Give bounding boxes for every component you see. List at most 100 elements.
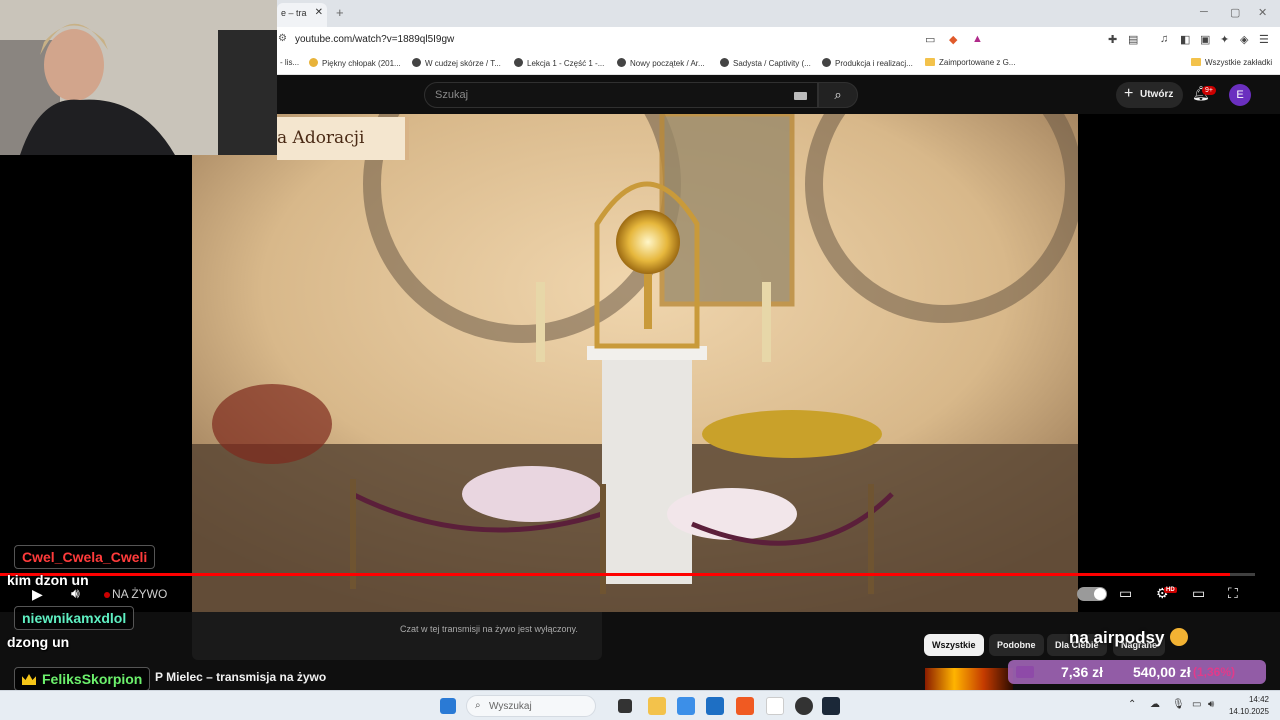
clock-time: 14:42 (1248, 695, 1269, 704)
donation-goal-bar: 7,36 zł 540,00 zł (1,36%) (1008, 660, 1266, 684)
bookmark-item[interactable]: Produkcja i realizacj... (822, 58, 913, 68)
maximize-icon[interactable]: ▢ (1230, 6, 1240, 19)
search-box[interactable]: Szukaj (424, 82, 818, 108)
new-tab-icon[interactable]: + (336, 5, 344, 20)
bookmark-item[interactable]: W cudzej skórze / T... (412, 58, 501, 68)
cast-icon[interactable]: ▭ (925, 33, 935, 46)
theater-mode-icon[interactable]: ▭ (1192, 585, 1205, 602)
flowers-center (667, 488, 797, 540)
system-clock[interactable]: 14:42 14.10.2025 (1225, 694, 1269, 718)
search-input[interactable]: Szukaj (435, 89, 468, 101)
bookmark-label: Nowy początek / Ar... (630, 59, 705, 68)
bookmark-item[interactable]: Lekcja 1 - Część 1 -... (514, 58, 604, 68)
donation-target: 540,00 zł (1133, 664, 1191, 680)
chat-username: FeliksSkorpion (14, 667, 151, 691)
store-icon[interactable] (706, 697, 724, 715)
bookmark-label: Wszystkie zakładki (1205, 58, 1273, 67)
chat-disabled-text: Czat w tej transmisji na żywo jest wyłąc… (400, 624, 578, 634)
search-button[interactable]: ⌕ (818, 82, 858, 108)
barrier-post (600, 484, 606, 594)
steam-icon[interactable] (822, 697, 840, 715)
obs-icon[interactable] (795, 697, 813, 715)
taskbar-search[interactable]: ⌕ Wyszukaj (466, 695, 596, 717)
autoplay-toggle[interactable] (1077, 587, 1107, 601)
chat-username-text: FeliksSkorpion (42, 671, 143, 687)
bookmark-item[interactable]: Nowy początek / Ar... (617, 58, 705, 68)
network-icon[interactable]: ▭ (1192, 699, 1201, 710)
bookmark-favicon-icon (822, 58, 831, 67)
video-frame[interactable] (192, 114, 1078, 612)
bookmark-label: Zaimportowane z G... (939, 58, 1016, 67)
player-letterbox-left (0, 155, 192, 612)
task-view-icon[interactable] (618, 699, 632, 713)
play-icon[interactable]: ▶ (32, 586, 43, 603)
video-title[interactable]: P Mielec – transmisja na żywo (155, 670, 326, 684)
site-info-icon[interactable]: ⚙ (278, 33, 287, 44)
reader-icon[interactable]: ▤ (1128, 33, 1138, 46)
bookmark-item[interactable]: Piękny chłopak (201... (309, 58, 401, 68)
url-field[interactable]: youtube.com/watch?v=1889ql5I9gw (295, 34, 454, 45)
keyboard-icon[interactable] (794, 92, 807, 100)
video-overlay-title: a Adoracji (277, 117, 409, 160)
folder-icon (1191, 58, 1201, 66)
brave-rewards-icon[interactable]: ▲ (972, 33, 983, 45)
live-chat-panel (192, 612, 602, 660)
recommended-video-thumbnail[interactable] (925, 668, 1013, 690)
copilot-icon[interactable] (677, 697, 695, 715)
clock-date: 14.10.2025 (1228, 707, 1269, 716)
all-bookmarks[interactable]: Wszystkie zakładki (1191, 58, 1272, 67)
bookmark-label: - lis... (280, 58, 300, 67)
close-window-icon[interactable]: ✕ (1258, 6, 1267, 19)
bookmark-favicon-icon (514, 58, 523, 67)
search-icon: ⌕ (475, 700, 481, 711)
bookmark-folder[interactable]: Zaimportowane z G... (925, 58, 1015, 67)
sidebar-icon[interactable]: ◧ (1180, 33, 1190, 46)
wallet-icon[interactable]: ▣ (1200, 33, 1210, 46)
tray-chevron-icon[interactable]: ⌃ (1128, 699, 1136, 710)
fullscreen-icon[interactable]: ⛶ (1228, 585, 1238, 602)
leo-ai-icon[interactable]: ✦ (1220, 33, 1229, 46)
altar-pedestal (602, 354, 692, 584)
bookmark-label: Produkcja i realizacj... (835, 59, 913, 68)
notepad-icon[interactable] (766, 697, 784, 715)
minimize-icon[interactable]: ─ (1200, 6, 1208, 18)
media-icon[interactable]: ♫ (1160, 33, 1168, 45)
brave-icon[interactable] (736, 697, 754, 715)
webcam-monitor (218, 30, 277, 155)
avatar[interactable]: E (1229, 84, 1251, 106)
progress-fill (0, 573, 1230, 576)
chat-username: niewnikamxdlol (14, 606, 135, 630)
donation-current: 7,36 zł (1061, 664, 1104, 680)
taskbar-search-input[interactable]: Wyszukaj (489, 701, 532, 712)
donation-icon (1016, 666, 1034, 678)
start-icon[interactable] (440, 698, 456, 714)
candle-left (536, 282, 545, 362)
vpn-icon[interactable]: ◈ (1240, 33, 1248, 46)
bookmark-item[interactable]: Sadysta / Captivity (... (720, 58, 811, 68)
chat-message: kim dzon un (7, 572, 89, 588)
subtitles-icon[interactable]: ▭ (1119, 585, 1132, 602)
microphone-icon[interactable]: 🎙︎ (1172, 699, 1185, 710)
bookmark-label: Sadysta / Captivity (... (733, 59, 811, 68)
menu-icon[interactable]: ☰ (1259, 33, 1269, 46)
bookmark-item[interactable]: - lis... (280, 58, 299, 67)
bookmark-label: Lekcja 1 - Część 1 -... (527, 59, 605, 68)
onedrive-icon[interactable]: ☁ (1150, 699, 1160, 710)
extensions-icon[interactable]: ✚ (1108, 33, 1117, 46)
chip-related[interactable]: Podobne (989, 634, 1044, 656)
create-button[interactable]: + Utwórz (1116, 82, 1183, 108)
file-explorer-icon[interactable] (648, 697, 666, 715)
create-label: Utwórz (1140, 89, 1174, 100)
chat-username: Cwel_Cwela_Cweli (14, 545, 156, 569)
monstrance-stem (644, 274, 652, 329)
chip-all[interactable]: Wszystkie (924, 634, 984, 656)
close-tab-icon[interactable]: ✕ (315, 7, 323, 18)
tab-title: e – tra (281, 8, 307, 18)
donation-percent: (1,36%) (1193, 665, 1236, 679)
bookmark-label: W cudzej skórze / T... (425, 59, 501, 68)
streamer-webcam (0, 0, 277, 155)
brave-shield-icon[interactable]: ◆ (949, 33, 957, 46)
speaker-icon[interactable]: 🔊︎ (1208, 699, 1214, 710)
browser-tab[interactable]: e – tra ✕ (277, 3, 327, 27)
live-label[interactable]: NA ŻYWO (112, 587, 167, 601)
